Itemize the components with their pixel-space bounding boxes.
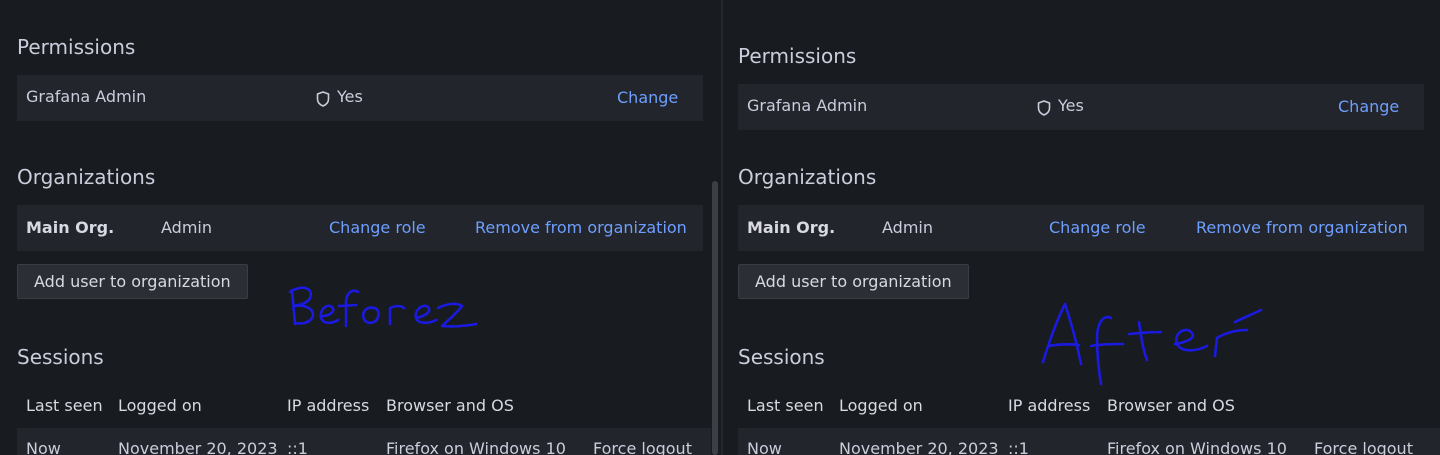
column-header-browser-os: Browser and OS (1107, 396, 1235, 415)
force-logout-link[interactable]: Force logout (1314, 439, 1413, 455)
org-role: Admin (882, 218, 933, 237)
before-handwritten-annotation (288, 286, 478, 328)
remove-from-organization-link[interactable]: Remove from organization (475, 218, 687, 238)
sessions-heading: Sessions (738, 345, 825, 369)
column-header-logged-on: Logged on (839, 396, 923, 415)
change-role-link[interactable]: Change role (1049, 218, 1146, 238)
column-header-ip-address: IP address (1008, 396, 1091, 415)
permissions-heading: Permissions (17, 35, 136, 59)
add-user-to-organization-button[interactable]: Add user to organization (17, 264, 248, 299)
column-header-last-seen: Last seen (26, 396, 103, 415)
before-panel: Permissions Grafana Admin Yes Change Org… (0, 0, 721, 455)
permissions-row: Grafana Admin Yes Change (17, 75, 703, 121)
organizations-heading: Organizations (738, 165, 877, 189)
session-ip: ::1 (287, 439, 308, 455)
sessions-heading: Sessions (17, 345, 104, 369)
change-role-link[interactable]: Change role (329, 218, 426, 238)
column-header-logged-on: Logged on (118, 396, 202, 415)
force-logout-link[interactable]: Force logout (593, 439, 692, 455)
column-header-browser-os: Browser and OS (386, 396, 514, 415)
org-name: Main Org. (747, 218, 836, 237)
permissions-heading: Permissions (738, 44, 857, 68)
organizations-heading: Organizations (17, 165, 156, 189)
shield-icon (316, 91, 330, 107)
add-user-to-organization-button[interactable]: Add user to organization (738, 264, 969, 299)
session-last-seen: Now (747, 439, 782, 455)
comparison-screenshot: Permissions Grafana Admin Yes Change Org… (0, 0, 1440, 455)
column-header-ip-address: IP address (287, 396, 370, 415)
organization-row: Main Org. Admin Change role Remove from … (738, 205, 1424, 251)
session-logged-on: November 20, 2023 (118, 439, 278, 455)
change-permission-link[interactable]: Change (1338, 97, 1399, 117)
after-panel: Permissions Grafana Admin Yes Change Org… (723, 0, 1440, 455)
column-header-last-seen: Last seen (747, 396, 824, 415)
session-last-seen: Now (26, 439, 61, 455)
scrollbar[interactable] (712, 181, 718, 455)
session-browser: Firefox on Windows 10 (1107, 439, 1287, 455)
org-name: Main Org. (26, 218, 115, 237)
grafana-admin-value: Yes (337, 87, 363, 106)
after-handwritten-annotation (1041, 302, 1263, 386)
change-permission-link[interactable]: Change (617, 88, 678, 108)
session-row: Now November 20, 2023 ::1 Firefox on Win… (738, 428, 1440, 455)
permissions-row: Grafana Admin Yes Change (738, 84, 1424, 130)
session-ip: ::1 (1008, 439, 1029, 455)
grafana-admin-value: Yes (1058, 96, 1084, 115)
organization-row: Main Org. Admin Change role Remove from … (17, 205, 703, 251)
grafana-admin-label: Grafana Admin (26, 87, 147, 106)
grafana-admin-label: Grafana Admin (747, 96, 868, 115)
org-role: Admin (161, 218, 212, 237)
remove-from-organization-link[interactable]: Remove from organization (1196, 218, 1408, 238)
session-browser: Firefox on Windows 10 (386, 439, 566, 455)
session-logged-on: November 20, 2023 (839, 439, 999, 455)
shield-icon (1037, 100, 1051, 116)
session-row: Now November 20, 2023 ::1 Firefox on Win… (17, 428, 711, 455)
